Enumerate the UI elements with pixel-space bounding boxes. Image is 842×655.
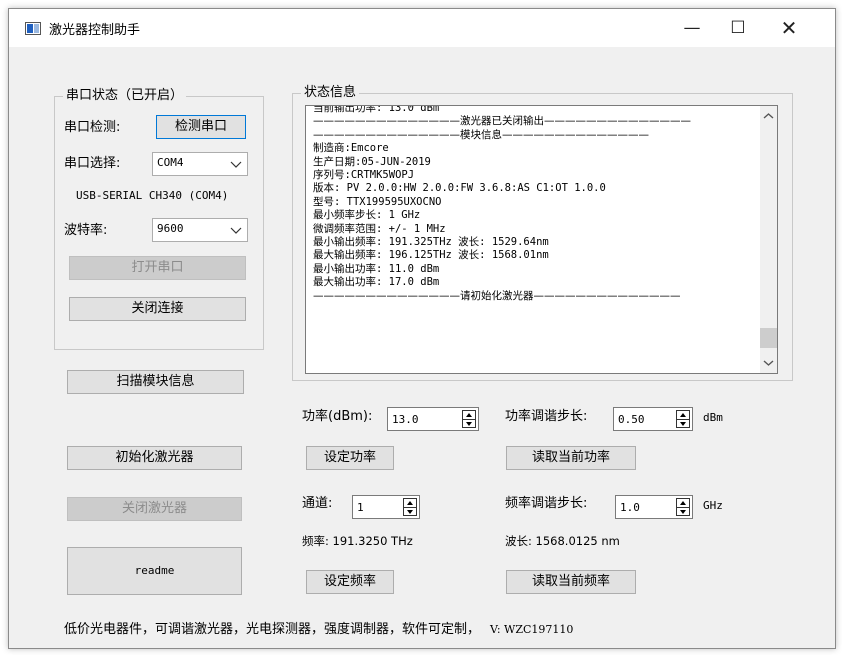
power-step-value: 0.50 [618,413,645,426]
shutdown-laser-button[interactable]: 关闭激光器 [67,497,242,521]
channel-value: 1 [357,501,364,514]
app-window: 激光器控制助手 — ☐ ✕ 串口状态（已开启） 串口检测: 检测串口 串口选择:… [8,8,836,649]
scan-module-button[interactable]: 扫描模块信息 [67,370,244,394]
status-log-line: 微调频率范围: +/- 1 MHz [313,222,446,235]
scroll-up-icon[interactable] [760,108,777,125]
set-power-button[interactable]: 设定功率 [306,446,394,470]
channel-label: 通道: [302,496,333,511]
spin-up-icon[interactable] [404,499,416,507]
wavelength-readout: 波长: 1568.0125 nm [505,534,620,548]
status-log-line: ——————————————激光器已关闭输出—————————————— [313,115,691,128]
spin-down-icon[interactable] [463,420,475,428]
power-spinbox[interactable]: 13.0 [387,407,479,431]
status-log-line: 最大输出功率: 17.0 dBm [313,276,440,289]
channel-spinbox[interactable]: 1 [352,495,420,519]
freq-step-spin-buttons[interactable] [676,498,690,516]
power-step-spinbox[interactable]: 0.50 [613,407,693,431]
power-step-spin-buttons[interactable] [676,410,690,428]
status-log-line: ——————————————模块信息—————————————— [313,128,649,141]
status-log-line: 序列号:CRTMK5WOPJ [313,169,415,181]
status-log-line: 最大输出频率: 196.125THz 波长: 1568.01nm [313,249,549,262]
set-frequency-button[interactable]: 设定频率 [306,570,394,594]
spin-down-icon[interactable] [677,420,689,428]
freq-step-label: 频率调谐步长: [505,496,588,511]
spin-down-icon[interactable] [404,508,416,516]
power-step-label: 功率调谐步长: [505,409,588,424]
freq-step-unit: GHz [703,499,723,512]
scroll-down-icon[interactable] [760,354,777,371]
status-log-line: 最小输出功率: 11.0 dBm [313,262,440,275]
power-value: 13.0 [392,413,419,426]
status-log-line: 当前输出功率: 13.0 dBm [313,105,440,114]
version-label: V: WZC197110 [490,623,574,636]
channel-spin-buttons[interactable] [403,498,417,516]
chevron-down-icon [230,227,242,234]
power-label: 功率(dBm): [302,409,373,424]
status-log-line: 型号: TTX199595UXOCNO [313,195,442,208]
read-frequency-button[interactable]: 读取当前频率 [506,570,636,594]
status-log-line: 版本: PV 2.0.0:HW 2.0.0:FW 3.6.8:AS C1:OT … [313,182,606,195]
minimize-button[interactable]: — [669,9,715,47]
footer-text: 低价光电器件，可调谐激光器，光电探测器，强度调制器，软件可定制， [64,622,481,637]
port-description: USB-SERIAL CH340 (COM4) [76,189,229,202]
power-spin-buttons[interactable] [462,410,476,428]
window-title: 激光器控制助手 [49,23,141,38]
log-scrollbar[interactable] [760,106,777,373]
close-connection-button[interactable]: 关闭连接 [69,297,246,321]
frequency-readout: 频率: 191.3250 THz [302,534,413,548]
port-select[interactable]: COM4 [152,152,248,176]
read-power-button[interactable]: 读取当前功率 [506,446,636,470]
port-select-value: COM4 [157,156,184,169]
title-bar: 激光器控制助手 — ☐ ✕ [9,9,835,47]
baud-select[interactable]: 9600 [152,218,248,242]
status-log-line: ——————————————请初始化激光器—————————————— [313,289,681,302]
status-log-line: 生产日期:05-JUN-2019 [313,155,431,168]
detect-serial-button[interactable]: 检测串口 [156,115,246,139]
spin-up-icon[interactable] [463,411,475,419]
chevron-down-icon [230,161,242,168]
status-log[interactable]: 当前输出功率: 13.0 dBm ——————————————激光器已关闭输出——… [305,105,778,374]
freq-step-value: 1.0 [620,501,640,514]
power-step-unit: dBm [703,411,723,424]
serial-status-title: 串口状态（已开启） [63,87,187,105]
scroll-thumb[interactable] [760,328,777,348]
init-laser-button[interactable]: 初始化激光器 [67,446,242,470]
status-log-line: 制造商:Emcore [313,142,389,155]
status-info-title: 状态信息 [301,84,360,102]
status-log-line: 最小输出频率: 191.325THz 波长: 1529.64nm [313,236,549,248]
freq-step-spinbox[interactable]: 1.0 [615,495,693,519]
baud-select-value: 9600 [157,222,184,235]
spin-down-icon[interactable] [677,508,689,516]
spin-up-icon[interactable] [677,499,689,507]
spin-up-icon[interactable] [677,411,689,419]
serial-select-label: 串口选择: [64,156,121,171]
maximize-button[interactable]: ☐ [715,9,761,47]
app-icon [25,22,41,35]
baud-label: 波特率: [64,223,108,238]
status-log-line: 最小频率步长: 1 GHz [313,209,421,222]
open-serial-button[interactable]: 打开串口 [69,256,246,280]
serial-detect-label: 串口检测: [64,120,121,135]
footer-info: 低价光电器件，可调谐激光器，光电探测器，强度调制器，软件可定制， V: WZC19… [64,618,573,637]
readme-button[interactable]: readme [67,547,242,595]
close-button[interactable]: ✕ [766,9,812,47]
